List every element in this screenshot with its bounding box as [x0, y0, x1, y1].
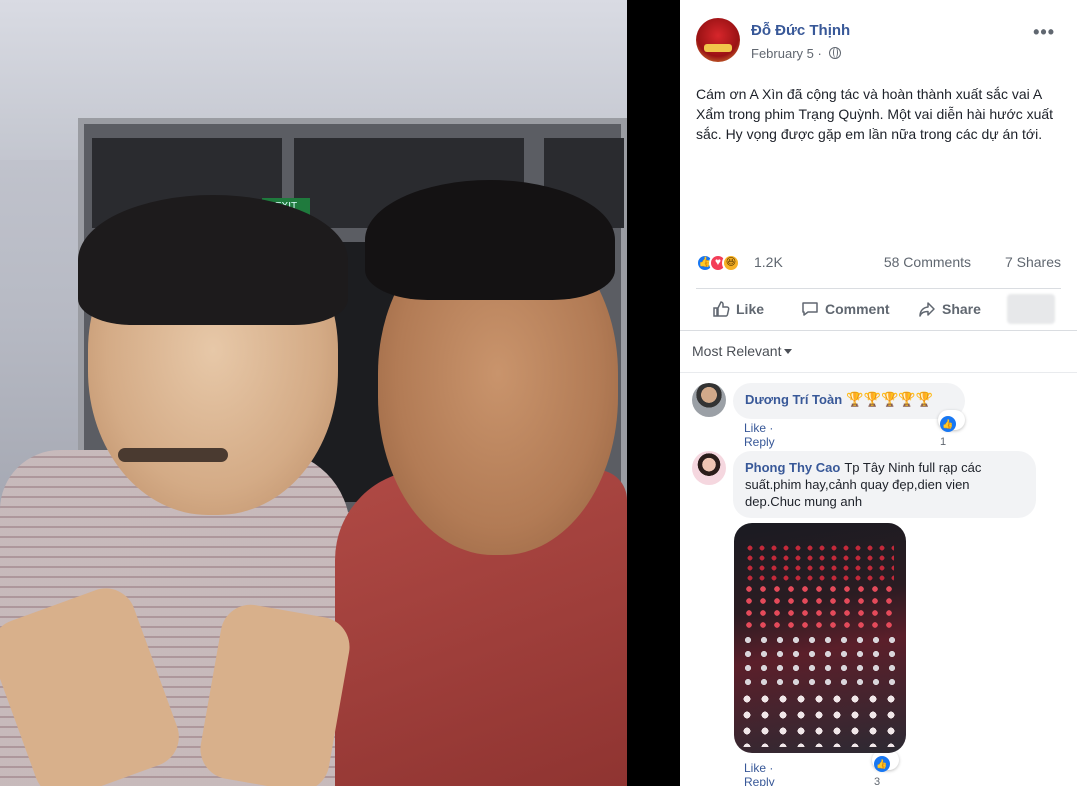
share-label: Share: [942, 301, 981, 317]
theater-seats: [742, 583, 897, 633]
commenter-avatar[interactable]: [692, 383, 726, 417]
photo-viewer: EXIT Đỗ Đức Thịnh February 5 · ••• Cám ơ…: [0, 0, 1077, 786]
comment-bubble: Phong Thy Cao Tp Tây Ninh full rạp các su…: [733, 451, 1036, 518]
blurred-avatar-selector[interactable]: [1007, 294, 1055, 324]
comment-sort-label: Most Relevant: [692, 343, 782, 359]
reactions-bar: 👍 ♥ 😆 1.2K 58 Comments 7 Shares: [696, 253, 1061, 273]
comment-bubble: Dương Trí Toàn 🏆🏆🏆🏆🏆: [733, 383, 965, 419]
comment-reply-link[interactable]: Reply: [744, 775, 775, 786]
post-text: Cám ơn A Xìn đã cộng tác và hoàn thành x…: [696, 86, 1054, 142]
theater-seats: [744, 543, 894, 583]
comment-reaction-count: 3: [874, 776, 881, 786]
divider: [680, 330, 1077, 331]
like-icon: 👍: [874, 756, 890, 772]
shares-count[interactable]: 7 Shares: [1005, 254, 1061, 270]
mustache: [118, 448, 228, 462]
post-date-text[interactable]: February 5: [751, 46, 814, 61]
comment-sort-dropdown[interactable]: Most Relevant: [692, 343, 793, 359]
post-header: Đỗ Đức Thịnh February 5 · •••: [680, 0, 1077, 74]
comment-reaction-badge[interactable]: 👍1: [938, 410, 965, 448]
comment-reply-link[interactable]: Reply: [744, 435, 775, 449]
photo-pane: EXIT: [0, 0, 680, 786]
caret-down-icon: [784, 349, 793, 354]
comment-text: 🏆🏆🏆🏆🏆: [846, 391, 934, 407]
commenter-avatar[interactable]: [692, 451, 726, 485]
theater-audience: [738, 691, 902, 747]
author-avatar[interactable]: [696, 18, 740, 62]
like-label: Like: [736, 301, 765, 317]
author-name[interactable]: Đỗ Đức Thịnh: [751, 22, 850, 39]
reaction-icons[interactable]: 👍 ♥ 😆: [696, 253, 752, 273]
commenter-name[interactable]: Dương Trí Toàn: [745, 392, 842, 407]
comment-reaction-count: 1: [940, 436, 947, 448]
share-button[interactable]: Share: [918, 295, 981, 323]
comment-icon: [802, 302, 818, 316]
comment-like-link[interactable]: Like: [744, 421, 766, 435]
commenter-name[interactable]: Phong Thy Cao: [745, 460, 840, 475]
person-left-hair: [78, 195, 348, 325]
haha-icon: 😆: [722, 254, 740, 272]
like-button[interactable]: Like: [712, 295, 764, 323]
comment-like-link[interactable]: Like: [744, 761, 766, 775]
theater-audience: [740, 633, 900, 693]
comment-reaction-badge[interactable]: 👍3: [872, 750, 899, 786]
post-photo[interactable]: EXIT: [0, 0, 627, 786]
share-icon: [919, 302, 935, 317]
globe-icon: [829, 47, 842, 59]
person-right-hair: [365, 180, 615, 300]
divider: [680, 372, 1077, 373]
post-date[interactable]: February 5 ·: [751, 46, 842, 61]
comment-meta: Like · Reply · 1d: [744, 761, 775, 786]
comments-count[interactable]: 58 Comments: [884, 254, 971, 270]
comment-button[interactable]: Comment: [801, 295, 890, 323]
comment-label: Comment: [825, 301, 890, 317]
reactions-count[interactable]: 1.2K: [754, 254, 783, 270]
like-icon: 👍: [940, 416, 956, 432]
comment-attachment-photo[interactable]: [734, 523, 906, 753]
more-options-icon[interactable]: •••: [1033, 22, 1055, 43]
action-bar: Like Comment Share: [696, 288, 1061, 328]
thumbs-up-icon: [713, 301, 730, 317]
